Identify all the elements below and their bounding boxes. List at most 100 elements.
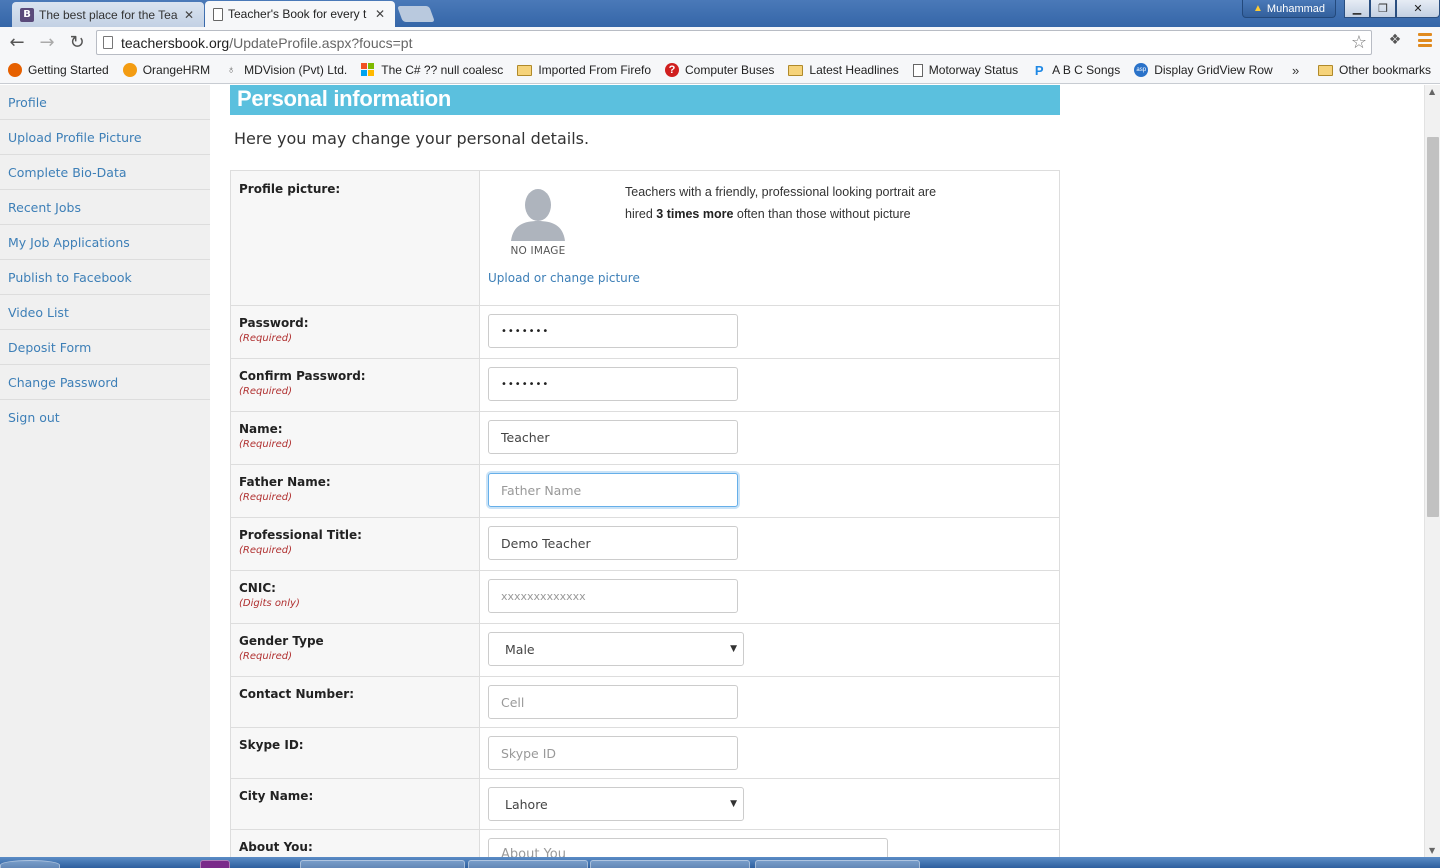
sidebar-link[interactable]: Change Password [8, 375, 118, 390]
form-row-professional-title: Professional Title: (Required) Demo Teac… [230, 517, 1060, 571]
back-button[interactable]: ← [4, 29, 30, 55]
profile-picture-label: Profile picture: [239, 182, 341, 196]
start-button[interactable] [0, 860, 60, 868]
scroll-down-arrow-icon[interactable]: ▼ [1429, 846, 1435, 855]
question-icon: ? [665, 63, 680, 77]
bookmark-item[interactable]: Latest Headlines [788, 63, 899, 77]
input-cell: ••••••• [479, 305, 1060, 359]
sidebar-item-complete-bio-data[interactable]: Complete Bio-Data [0, 155, 210, 190]
sidebar-item-upload-profile-picture[interactable]: Upload Profile Picture [0, 120, 210, 155]
required-note: (Required) [239, 333, 292, 344]
minimize-button[interactable]: ▁ [1344, 0, 1370, 18]
profile-button[interactable]: ▲ Muhammad [1242, 0, 1336, 18]
label-cell: Confirm Password: (Required) [230, 358, 480, 412]
name-label: Name: [239, 422, 283, 436]
asp-icon: asp [1134, 63, 1149, 77]
name-field[interactable]: Teacher [488, 420, 738, 454]
sidebar-link[interactable]: Upload Profile Picture [8, 130, 142, 145]
label-cell: Profile picture: [230, 170, 480, 306]
form-row-contact-number: Contact Number: Cell [230, 676, 1060, 728]
browser-tab-1[interactable]: B The best place for the Tea ✕ [12, 2, 204, 27]
maximize-button[interactable]: ❐ [1370, 0, 1396, 18]
tab-title: The best place for the Tea [39, 7, 178, 22]
sidebar-item-profile[interactable]: Profile [0, 85, 210, 120]
bookmarks-overflow-button[interactable]: » [1292, 63, 1299, 78]
sidebar-link[interactable]: Video List [8, 305, 69, 320]
page-scrollbar[interactable]: ▲ ▼ [1424, 85, 1440, 857]
bookmark-item[interactable]: PA B C Songs [1032, 63, 1120, 78]
taskbar-app[interactable] [200, 860, 230, 868]
sidebar-link[interactable]: Profile [8, 95, 47, 110]
bookmark-item[interactable]: Motorway Status [912, 63, 1018, 77]
sidebar-link[interactable]: Deposit Form [8, 340, 91, 355]
gender-select[interactable]: Male ▼ [488, 632, 744, 666]
sidebar-item-my-job-applications[interactable]: My Job Applications [0, 225, 210, 260]
sidebar-link[interactable]: Publish to Facebook [8, 270, 132, 285]
label-cell: Professional Title: (Required) [230, 517, 480, 571]
new-tab-button[interactable] [397, 6, 435, 22]
bookmark-item[interactable]: Getting Started [8, 63, 109, 77]
digits-only-note: (Digits only) [239, 598, 300, 609]
bookmarks-bar: Getting Started OrangeHRM ♁ MDVision (Pvt… [0, 57, 1440, 84]
about-you-textarea[interactable]: About You [488, 838, 888, 857]
close-window-button[interactable]: ✕ [1396, 0, 1440, 18]
browser-tab-2[interactable]: Teacher's Book for every t ✕ [205, 1, 395, 27]
sidebar-item-recent-jobs[interactable]: Recent Jobs [0, 190, 210, 225]
sidebar-link[interactable]: Sign out [8, 410, 60, 425]
sidebar-item-sign-out[interactable]: Sign out [0, 400, 210, 435]
bookmark-item[interactable]: ♁ MDVision (Pvt) Ltd. [224, 63, 347, 77]
address-bar[interactable]: teachersbook.org/UpdateProfile.aspx?fouc… [96, 30, 1372, 55]
bookmark-item[interactable]: Imported From Firefo [517, 63, 651, 77]
sidebar-link[interactable]: My Job Applications [8, 235, 130, 250]
taskbar-app[interactable] [468, 860, 588, 868]
profile-form: Profile picture: NO IMAGE Teachers with … [230, 170, 1060, 857]
bookmark-item[interactable]: OrangeHRM [122, 63, 210, 77]
father-name-field[interactable]: Father Name [488, 473, 738, 507]
sidebar-item-video-list[interactable]: Video List [0, 295, 210, 330]
page-viewport: Profile Upload Profile Picture Complete … [0, 85, 1424, 857]
bookmark-item[interactable]: asp Display GridView Row [1134, 63, 1273, 77]
scroll-up-arrow-icon[interactable]: ▲ [1429, 87, 1435, 96]
chevron-down-icon: ▼ [730, 799, 737, 809]
close-icon[interactable]: ✕ [373, 7, 387, 21]
bookmark-item[interactable]: The C# ?? null coalesc [361, 63, 503, 77]
mdvision-icon: ♁ [226, 64, 236, 76]
gender-label: Gender Type [239, 634, 324, 648]
firefox-icon [8, 63, 22, 77]
taskbar-app[interactable] [590, 860, 750, 868]
close-icon[interactable]: ✕ [182, 8, 196, 22]
contact-number-field[interactable]: Cell [488, 685, 738, 719]
city-select[interactable]: Lahore ▼ [488, 787, 744, 821]
chrome-menu-button[interactable] [1418, 33, 1432, 47]
forward-button[interactable]: → [34, 29, 60, 55]
sidebar-item-deposit-form[interactable]: Deposit Form [0, 330, 210, 365]
professional-title-label: Professional Title: [239, 528, 362, 542]
page-icon [213, 7, 223, 21]
password-field[interactable]: ••••••• [488, 314, 738, 348]
page-title: Personal information [230, 85, 1060, 115]
taskbar-app[interactable] [300, 860, 465, 868]
required-note: (Required) [239, 386, 292, 397]
reload-button[interactable]: ↻ [64, 29, 90, 55]
upload-picture-link[interactable]: Upload or change picture [488, 271, 640, 285]
sidebar-item-change-password[interactable]: Change Password [0, 365, 210, 400]
sidebar-item-publish-to-facebook[interactable]: Publish to Facebook [0, 260, 210, 295]
url-text[interactable]: teachersbook.org/UpdateProfile.aspx?fouc… [121, 35, 412, 51]
sidebar-link[interactable]: Complete Bio-Data [8, 165, 127, 180]
bookmark-star-icon[interactable]: ☆ [1351, 32, 1367, 53]
form-row-skype-id: Skype ID: Skype ID [230, 727, 1060, 779]
scrollbar-thumb[interactable] [1427, 137, 1439, 517]
folder-icon [1318, 64, 1333, 76]
city-selected-value: Lahore [505, 796, 548, 812]
cnic-field[interactable]: xxxxxxxxxxxxx [488, 579, 738, 613]
bookmark-item[interactable]: ? Computer Buses [665, 63, 774, 77]
sidebar-link[interactable]: Recent Jobs [8, 200, 81, 215]
dropbox-icon[interactable]: ❖ [1386, 31, 1404, 49]
taskbar-app[interactable] [755, 860, 920, 868]
professional-title-field[interactable]: Demo Teacher [488, 526, 738, 560]
other-bookmarks[interactable]: Other bookmarks [1318, 63, 1431, 77]
required-note: (Required) [239, 439, 292, 450]
confirm-password-field[interactable]: ••••••• [488, 367, 738, 401]
form-row-about-you: About You: About You [230, 829, 1060, 857]
skype-id-field[interactable]: Skype ID [488, 736, 738, 770]
